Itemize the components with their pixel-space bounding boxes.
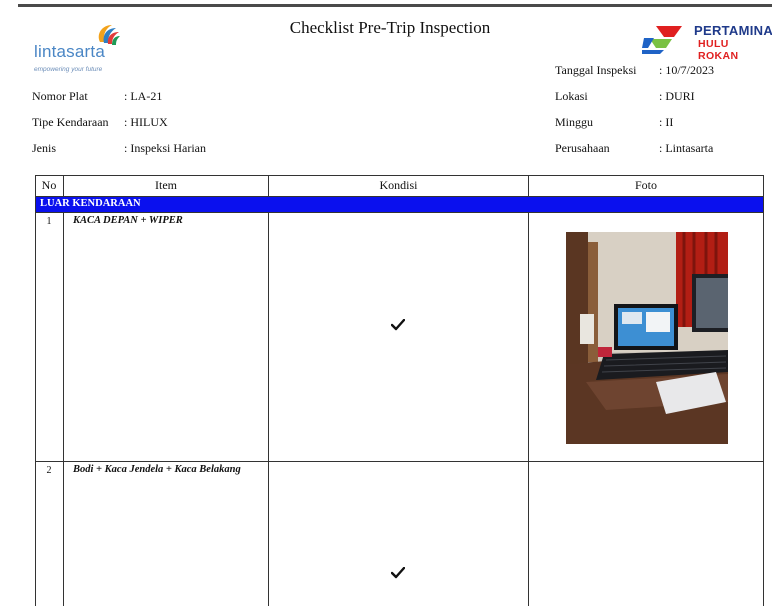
row-item-label: Bodi + Kaca Jendela + Kaca Belakang — [73, 464, 241, 475]
photo-image — [566, 232, 728, 444]
info-label: Tanggal Inspeksi — [555, 63, 637, 77]
pertamina-logo: PERTAMINA HULU ROKAN — [642, 22, 772, 62]
table-border-left — [35, 175, 36, 606]
row-number: 2 — [46, 465, 52, 476]
section-divider — [35, 212, 764, 213]
row-divider — [35, 461, 764, 462]
info-value: : HILUX — [124, 115, 168, 129]
info-value: : Lintasarta — [659, 141, 714, 155]
info-value: : LA-21 — [124, 89, 163, 103]
column-header-foto: Foto — [634, 178, 657, 192]
section-label: LUAR KENDARAAN — [40, 198, 141, 209]
column-header-no: No — [41, 178, 57, 192]
col-divider-item — [268, 212, 269, 606]
pertamina-sub: HULU ROKAN — [698, 38, 739, 62]
lintasarta-tagline: empowering your future — [34, 66, 103, 73]
info-value: : II — [659, 115, 674, 129]
checkmark-icon — [391, 319, 405, 331]
info-label: Tipe Kendaraan — [32, 115, 109, 129]
info-label: Minggu — [555, 115, 594, 129]
pertamina-mark-icon — [642, 26, 682, 54]
row-item-label: KACA DEPAN + WIPER — [73, 215, 183, 226]
column-header-kondisi: Kondisi — [379, 178, 418, 192]
info-lokasi: Lokasi : DURI — [555, 89, 695, 104]
row-number: 1 — [46, 216, 52, 227]
info-tanggal-inspeksi: Tanggal Inspeksi : 10/7/2023 — [555, 63, 714, 78]
lintasarta-name: lintasarta — [34, 42, 105, 61]
col-divider-kondisi — [528, 212, 529, 606]
info-value: : DURI — [659, 89, 695, 103]
pertamina-name: PERTAMINA — [694, 23, 772, 38]
info-label: Lokasi — [555, 89, 588, 103]
info-value: : Inspeksi Harian — [124, 141, 206, 155]
info-label: Jenis — [32, 141, 56, 155]
inspection-photo — [566, 232, 728, 444]
info-value: : 10/7/2023 — [659, 63, 715, 77]
checkmark-icon — [391, 567, 405, 579]
info-tipe-kendaraan: Tipe Kendaraan : HILUX — [32, 115, 168, 130]
info-perusahaan: Perusahaan : Lintasarta — [555, 141, 713, 156]
info-minggu: Minggu : II — [555, 115, 673, 130]
info-label: Nomor Plat — [32, 89, 88, 103]
section-header-bar: LUAR KENDARAAN — [36, 197, 763, 212]
col-divider-no — [63, 212, 64, 606]
lintasarta-logo: lintasarta empowering your future — [30, 22, 170, 78]
page-title: Checklist Pre-Trip Inspection — [289, 18, 491, 37]
column-header-item: Item — [155, 178, 177, 192]
info-jenis: Jenis : Inspeksi Harian — [32, 141, 206, 156]
top-border — [18, 4, 772, 7]
inspection-table: No Item Kondisi Foto LUAR KENDARAAN 1 KA… — [35, 175, 764, 606]
info-nomor-plat: Nomor Plat : LA-21 — [32, 89, 162, 104]
table-border-right — [763, 175, 764, 606]
info-label: Perusahaan — [555, 141, 610, 155]
